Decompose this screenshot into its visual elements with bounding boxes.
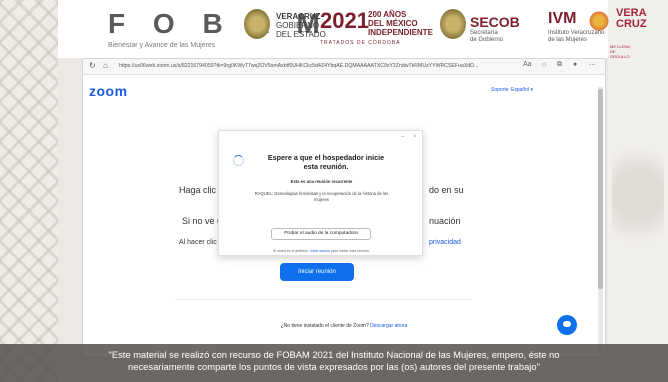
background-text-2-start: Si no ve u xyxy=(182,216,223,226)
more-icon[interactable]: ⋯ xyxy=(589,61,596,69)
disclaimer-strip: "Este material se realizó con recurso de… xyxy=(0,344,668,382)
language-selector[interactable]: Español ▾ xyxy=(511,87,533,93)
fobam-tagline: Bienestar y Avance de las Mujeres xyxy=(108,42,216,49)
support-link[interactable]: Soporte xyxy=(491,87,509,93)
veracruz-pride-logo: VERA CRUZ xyxy=(616,7,647,30)
signin-link[interactable]: inicie sesión xyxy=(310,249,330,253)
zoom-logo[interactable]: zoom xyxy=(89,83,128,99)
launch-meeting-button[interactable]: Iniciar reunión xyxy=(280,263,354,281)
disclaimer-line-2: necesariamente comparte los puntos de vi… xyxy=(128,361,540,372)
tratados-caption: TRATADOS DE CÓRDOBA xyxy=(320,40,401,46)
decorative-left-band xyxy=(0,0,58,382)
favorite-icon[interactable]: ☆ xyxy=(541,61,547,69)
scrollbar[interactable] xyxy=(598,87,603,353)
loading-spinner-icon xyxy=(233,155,244,166)
dialog-title: Espere a que el hospedador inicie esta r… xyxy=(267,153,385,171)
address-bar: ↻ ⌂ https://us06web.zoom.us/s/8221679405… xyxy=(83,59,605,75)
background-text-3-start: Al hacer clic e xyxy=(179,239,223,246)
download-prompt: ¿No tiene instalado el cliente de Zoom? … xyxy=(280,323,408,329)
ornament xyxy=(612,120,664,270)
year-2021-logo: 2021 xyxy=(320,8,369,33)
disclaimer-line-1: "Este material se realizó con recurso de… xyxy=(108,349,560,360)
zoom-header: zoom Soporte Español ▾ xyxy=(83,75,605,101)
divider xyxy=(175,299,471,300)
chat-icon xyxy=(563,321,571,327)
bicentennial-logo: 200 AÑOS DEL MÉXICO INDEPENDIENTE xyxy=(368,10,433,37)
profile-icon[interactable]: ● xyxy=(573,61,577,68)
background-text-1-start: Haga clic e xyxy=(179,185,224,195)
home-icon[interactable]: ⌂ xyxy=(103,61,108,70)
background-text-2-end: nuación xyxy=(429,216,461,226)
ivm-logo: IVM xyxy=(548,10,577,27)
secob-logo: SECOB xyxy=(470,14,520,30)
url-field[interactable]: https://us06web.zoom.us/s/82216794059?tk… xyxy=(119,63,499,69)
meeting-topic: RAQUEL: Genealogías feministas y la recu… xyxy=(254,191,389,202)
veracruz-pride-tagline: ME LLENA DE ORGULLO xyxy=(610,44,630,59)
scrollbar-thumb[interactable] xyxy=(598,89,603,289)
download-link[interactable]: Descargar ahora xyxy=(370,323,407,329)
close-icon[interactable]: × xyxy=(413,134,417,140)
reader-icon[interactable]: Aa xyxy=(523,61,532,68)
reload-icon[interactable]: ↻ xyxy=(89,61,96,70)
host-signin-text: Si usted es el anfitrión, inicie sesión … xyxy=(272,249,371,253)
flower-icon xyxy=(588,10,610,32)
veracruz-seal-icon xyxy=(244,9,270,39)
ivm-subtitle: Instituto Veracruzano de las Mujeres xyxy=(548,30,605,43)
waiting-dialog: – × Espere a que el hospedador inicie es… xyxy=(218,130,423,256)
recurring-label: Esta es una reunión recurrente xyxy=(290,179,353,184)
test-audio-button[interactable]: Probar el audio de la computadora xyxy=(271,228,371,240)
chat-button[interactable] xyxy=(557,315,577,335)
secob-seal-icon xyxy=(440,9,466,39)
logo-banner: F O B A M Bienestar y Avance de las Muje… xyxy=(58,0,647,59)
collections-icon[interactable]: ⧉ xyxy=(557,61,562,69)
privacy-link[interactable]: privacidad xyxy=(429,239,461,246)
background-text-1-end: do en su xyxy=(429,185,464,195)
secob-subtitle: Secretaría de Gobierno xyxy=(470,30,504,43)
veracruz-government-logo: VERACRUZ GOBIERNO DEL ESTADO xyxy=(276,12,326,39)
minimize-icon[interactable]: – xyxy=(401,134,404,140)
